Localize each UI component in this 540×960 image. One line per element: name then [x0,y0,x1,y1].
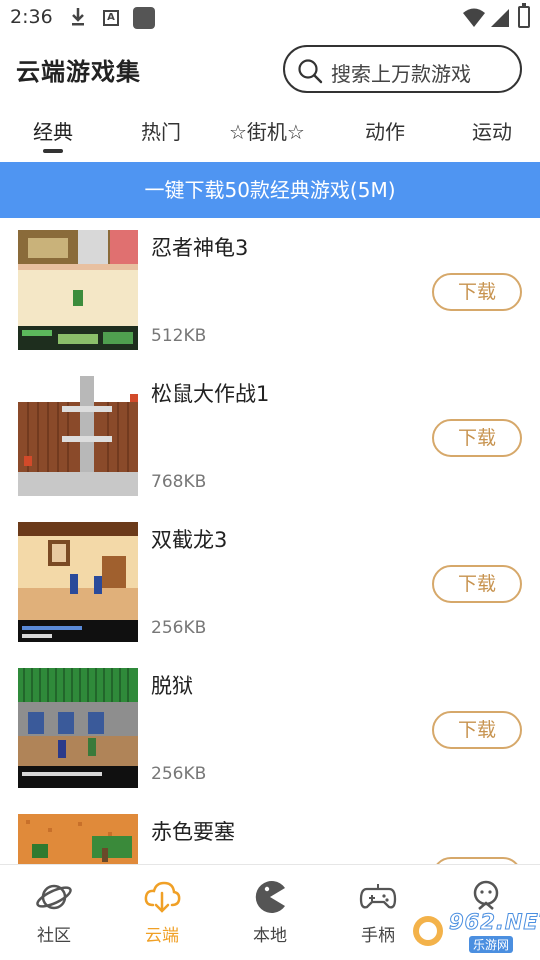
game-thumbnail [18,668,138,788]
cloud-download-icon [144,881,181,913]
game-row[interactable]: 松鼠大作战1 768KB 下载 [0,364,540,510]
pacman-icon [255,881,285,913]
game-thumbnail [18,814,138,864]
game-thumbnail [18,230,138,350]
tab-action[interactable]: 动作 [365,116,405,145]
signal-icon [491,9,509,27]
game-name: 双截龙3 [151,528,228,552]
game-row[interactable]: 双截龙3 256KB 下载 [0,510,540,656]
nav-community[interactable]: 社区 [19,879,89,949]
nav-label: 云端 [145,926,179,946]
nav-gamepad[interactable]: 手柄 [343,879,413,949]
status-time: 2:36 [10,6,53,28]
game-thumbnail [18,522,138,642]
wifi-icon [463,8,485,27]
download-button[interactable]: 下载 [432,419,522,457]
site-watermark: 962.NET 乐游网 [405,910,540,956]
game-size: 768KB [151,472,207,492]
download-button[interactable]: 下载 [432,565,522,603]
tab-arcade[interactable]: ☆街机☆ [229,116,305,145]
battery-icon [518,3,530,28]
search-placeholder: 搜索上万款游戏 [331,62,471,86]
nav-label: 社区 [37,926,71,946]
tab-classic[interactable]: 经典 [33,116,73,145]
tab-indicator [43,149,63,153]
app-status-icon [133,7,155,29]
game-size: 256KB [151,618,207,638]
game-thumbnail [18,376,138,496]
game-row[interactable]: 脱狱 256KB 下载 [0,656,540,802]
game-row[interactable]: 赤色要塞 下载 [0,802,540,864]
download-all-banner[interactable]: 一键下载50款经典游戏(5M) [0,162,540,218]
game-size: 512KB [151,326,207,346]
nav-local[interactable]: 本地 [235,879,305,949]
nav-label: 本地 [253,926,287,946]
game-row[interactable]: 忍者神龟3 512KB 下载 [0,218,540,364]
tab-hot[interactable]: 热门 [141,116,181,145]
search-icon [298,59,323,84]
keyboard-status-icon: A [103,10,119,26]
game-name: 忍者神龟3 [151,236,249,260]
game-list: 忍者神龟3 512KB 下载 松鼠大作战1 768KB 下载 双截龙3 256K… [0,218,540,864]
game-name: 赤色要塞 [151,820,235,844]
search-box[interactable]: 搜索上万款游戏 [283,45,522,93]
status-bar: 2:36 A [0,0,540,36]
download-status-icon [72,8,84,26]
app-title: 云端游戏集 [16,58,141,86]
game-name: 松鼠大作战1 [151,382,270,406]
tab-sports[interactable]: 运动 [472,116,512,145]
gamepad-icon [359,884,397,909]
category-tabs: 经典 热门 ☆街机☆ 动作 运动 [0,110,540,160]
download-button[interactable]: 下载 [432,273,522,311]
watermark-text: 962.NET [448,910,540,935]
watermark-subtext: 乐游网 [469,936,514,953]
watermark-logo-icon [413,916,443,946]
download-button[interactable]: 下载 [432,857,522,864]
nav-cloud[interactable]: 云端 [127,879,197,949]
game-size: 256KB [151,764,207,784]
planet-icon [36,884,72,910]
game-name: 脱狱 [151,674,193,698]
nav-label: 手柄 [361,926,395,946]
download-button[interactable]: 下载 [432,711,522,749]
